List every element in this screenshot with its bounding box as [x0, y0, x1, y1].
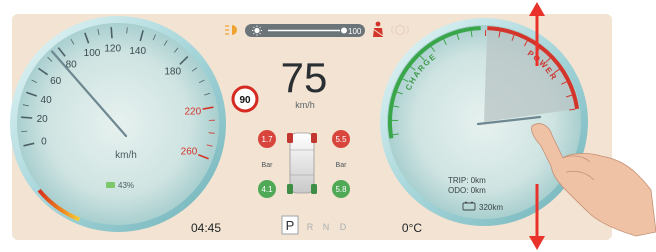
gear-p[interactable]: P	[286, 218, 295, 233]
trip-readout: TRIP: 0km	[448, 176, 486, 185]
speed-tick-mark	[110, 27, 113, 39]
speed-tick-label: 120	[104, 44, 121, 55]
pressure-unit-right: Bar	[336, 162, 348, 169]
speed-tick-label: 220	[184, 106, 201, 117]
pressure-rear-left: 4.1	[261, 185, 273, 194]
gear-n[interactable]: N	[323, 222, 330, 232]
digital-speed-unit: km/h	[295, 100, 315, 110]
speed-limit-value: 90	[239, 95, 251, 106]
tire-pressure-diagram: 1.7 5.5 4.1 5.8 Bar Bar	[258, 130, 350, 198]
pressure-rear-right: 5.8	[335, 185, 347, 194]
gear-r[interactable]: R	[307, 222, 314, 232]
odo-readout: ODO: 0km	[448, 186, 486, 195]
dashboard-display: 100 0 20 40 60 80 100 120 140 180 220 26…	[0, 0, 656, 252]
tire-front-right	[311, 133, 317, 143]
power-gauge: CHARGE POWER TRIP: 0km ODO: 0km 320km	[380, 18, 588, 226]
speed-limit-sign: 90	[231, 85, 259, 113]
clock: 04:45	[191, 221, 221, 235]
battery-icon	[106, 182, 115, 188]
gear-d[interactable]: D	[340, 222, 347, 232]
outside-temperature: 0°C	[402, 221, 422, 235]
speed-tick-label: 140	[129, 46, 146, 57]
speed-tick-label: 0	[41, 137, 47, 148]
speed-tick-label: 40	[41, 95, 53, 106]
pressure-front-left: 1.7	[261, 135, 273, 144]
tire-front-left	[287, 133, 293, 143]
digital-speed: 75	[281, 54, 328, 101]
speed-tick-mark	[21, 130, 28, 132]
range-readout: 320km	[479, 203, 503, 212]
brightness-value: 100	[348, 27, 362, 36]
speed-tick-label: 180	[164, 67, 181, 78]
brightness-handle[interactable]	[341, 27, 347, 34]
speed-tick-label: 20	[37, 114, 49, 125]
battery-percent: 43%	[118, 181, 134, 190]
pressure-front-right: 5.5	[335, 135, 347, 144]
speed-tick-label: 260	[181, 147, 198, 158]
speed-tick-mark	[21, 116, 33, 119]
pressure-unit-left: Bar	[262, 162, 274, 169]
car-top-view	[289, 132, 315, 194]
speed-tick-label: 100	[84, 48, 101, 59]
tire-rear-right	[311, 184, 317, 194]
tire-rear-left	[287, 184, 293, 194]
speed-tick-label: 60	[50, 76, 62, 87]
speedometer-unit: km/h	[115, 150, 137, 161]
speedometer-gauge: 0 20 40 60 80 100 120 140 180 220 260 km…	[10, 16, 226, 232]
